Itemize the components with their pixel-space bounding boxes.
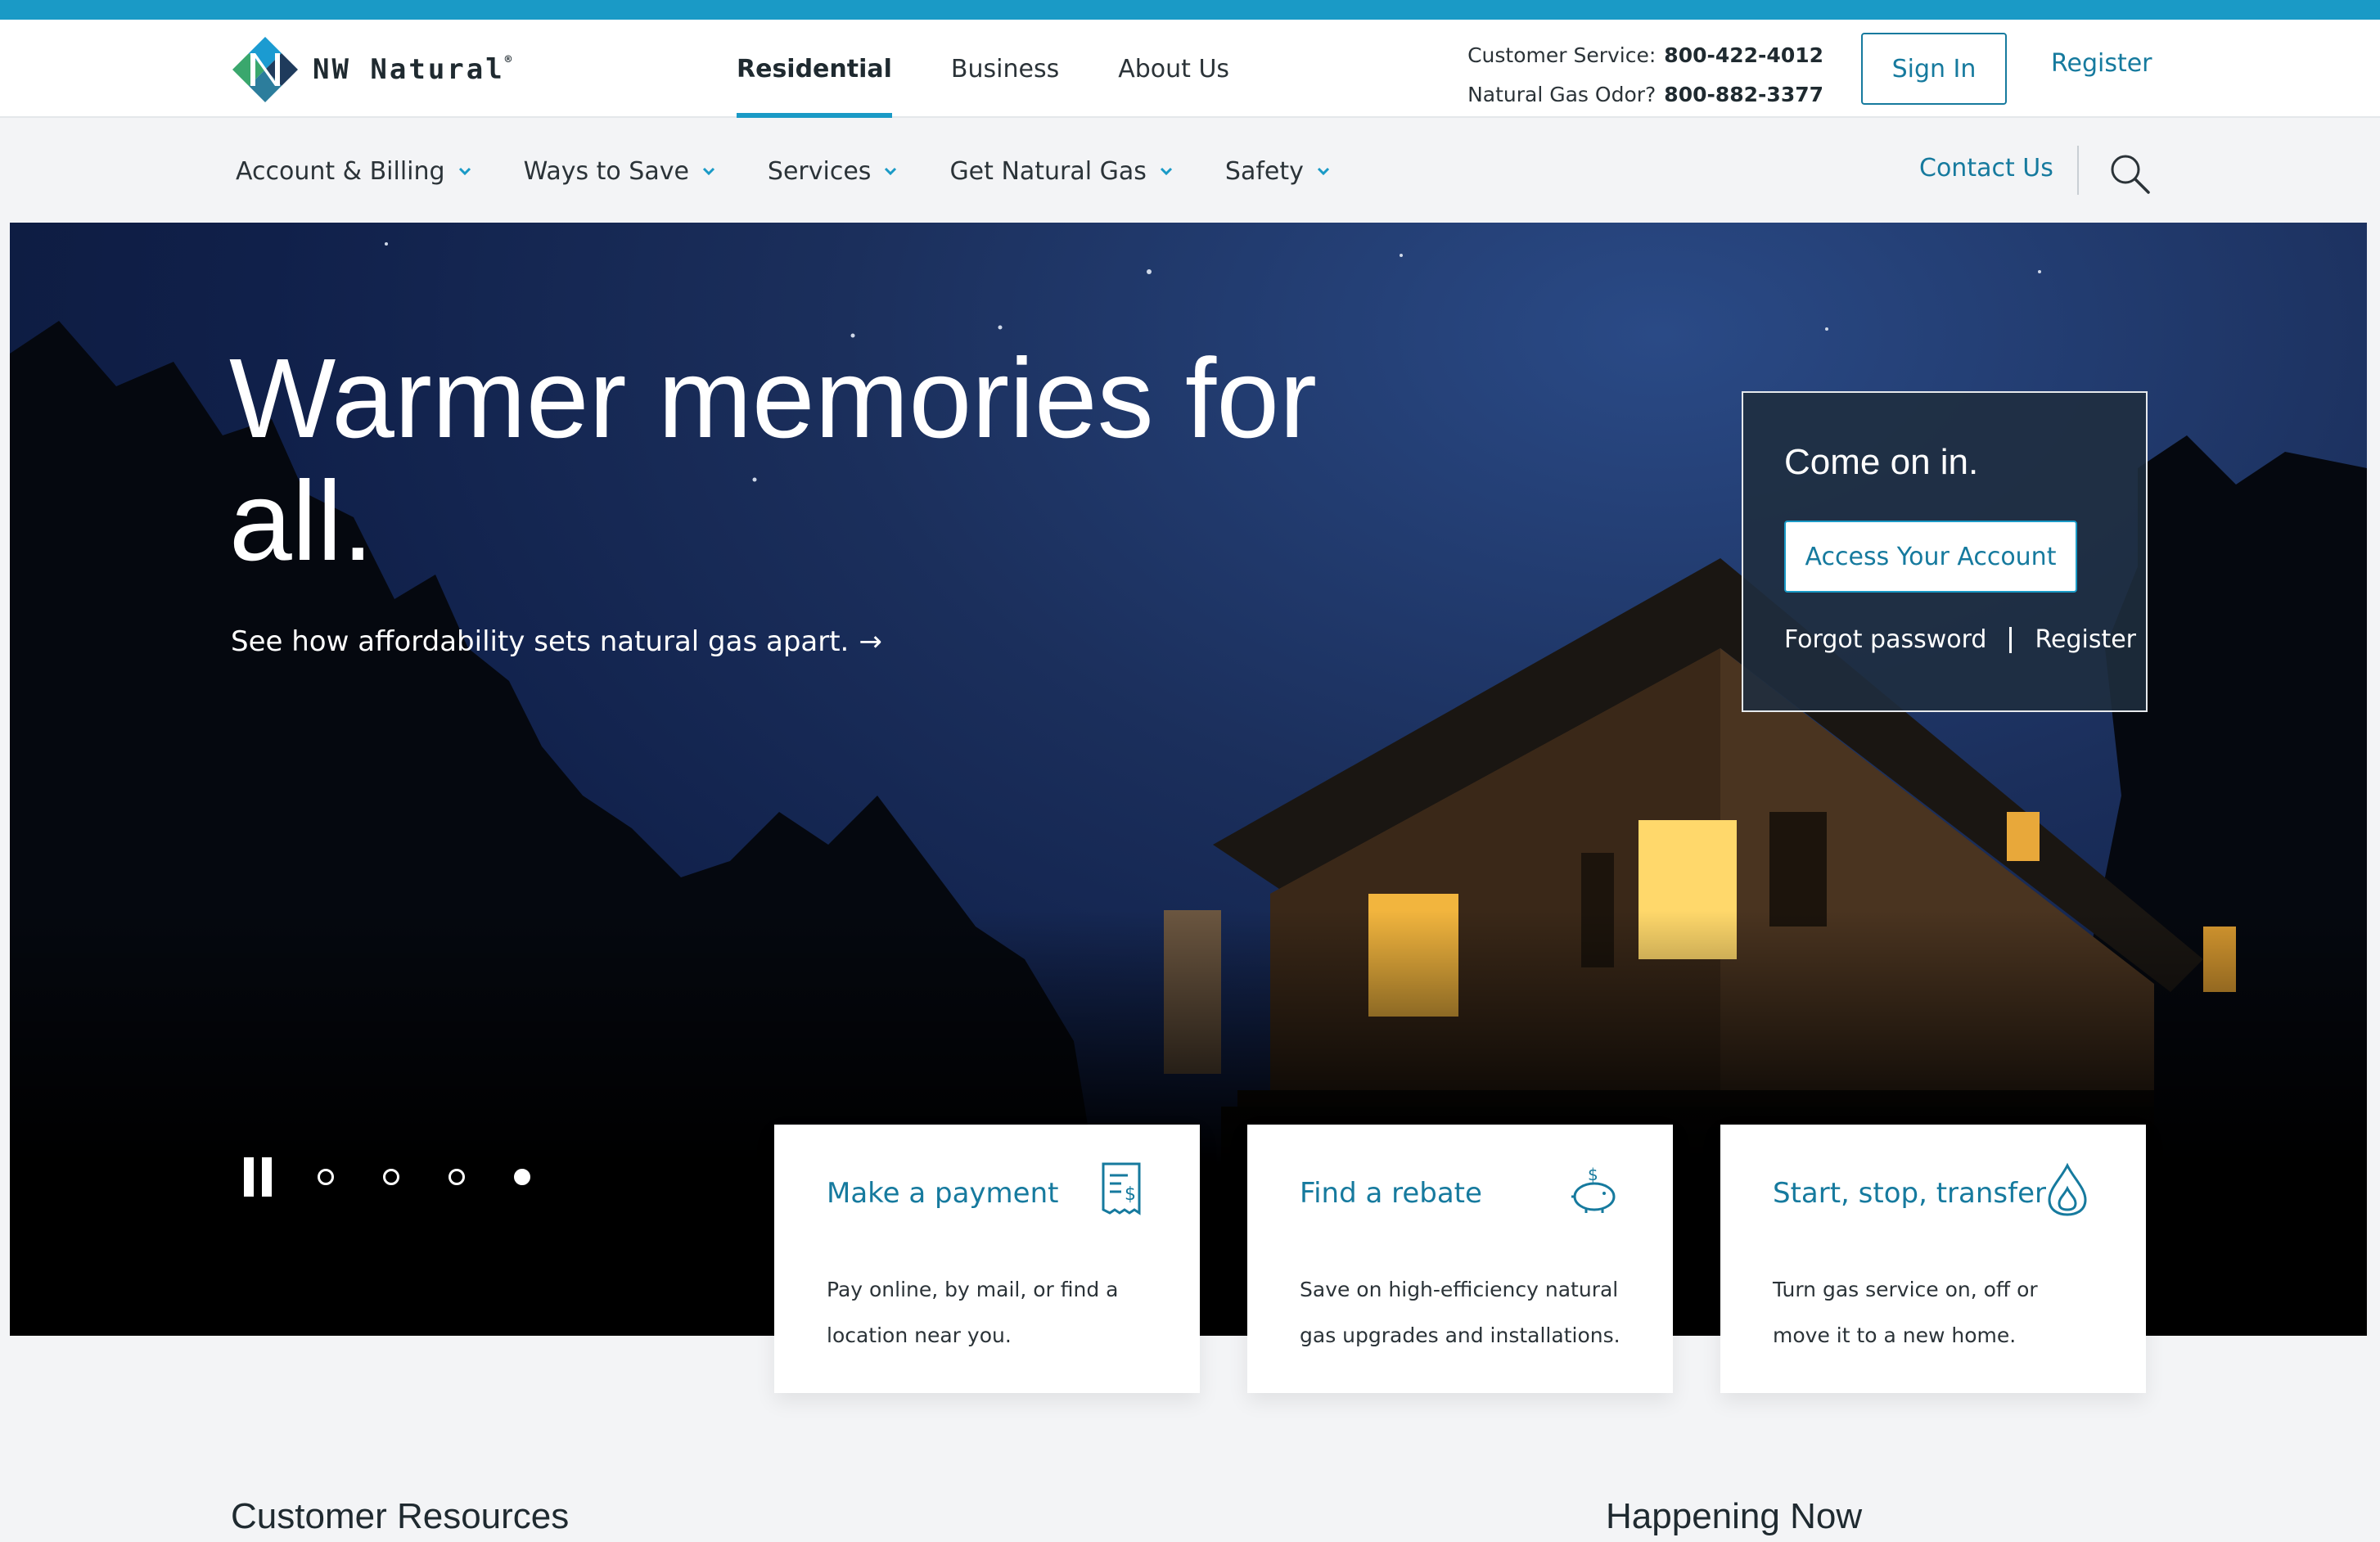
piggy-bank-icon: $ — [1571, 1165, 1616, 1213]
card-find-rebate-title: Find a rebate — [1300, 1177, 1482, 1210]
nav-services[interactable]: Services — [768, 157, 898, 186]
secondary-nav: Account & Billing Ways to Save Services … — [0, 119, 2380, 223]
card-make-payment-description: Pay online, by mail, or find a location … — [827, 1278, 1119, 1347]
receipt-icon: $ — [1102, 1162, 1141, 1215]
nav-safety[interactable]: Safety — [1225, 157, 1330, 186]
chevron-down-icon — [1160, 167, 1172, 175]
chevron-down-icon — [458, 167, 471, 175]
nav-get-natural-gas[interactable]: Get Natural Gas — [949, 157, 1172, 186]
chevron-down-icon — [885, 167, 897, 175]
sign-in-button[interactable]: Sign In — [1861, 33, 2007, 105]
card-make-payment[interactable]: Make a payment $ Pay online, by mail, or… — [774, 1125, 1200, 1393]
customer-service-line: Customer Service: 800-422-4012 — [1467, 36, 1823, 75]
carousel-dot-1[interactable] — [318, 1169, 334, 1185]
gas-odor-phone[interactable]: 800-882-3377 — [1664, 83, 1823, 106]
hero-title: Warmer memories for all. — [229, 336, 1317, 584]
carousel-dot-2[interactable] — [383, 1169, 399, 1185]
link-separator — [2009, 626, 2013, 653]
login-register-link[interactable]: Register — [2035, 625, 2136, 654]
top-accent-stripe — [0, 0, 2380, 20]
card-start-stop-transfer[interactable]: Start, stop, transfer Turn gas service o… — [1720, 1125, 2146, 1393]
nav-account-billing-label: Account & Billing — [236, 156, 445, 186]
pause-icon[interactable] — [244, 1157, 272, 1197]
customer-service-label: Customer Service: — [1467, 43, 1657, 67]
arrow-right-icon: → — [859, 625, 882, 658]
card-make-payment-title: Make a payment — [827, 1177, 1059, 1210]
svg-text:$: $ — [1588, 1165, 1598, 1184]
nav-divider — [2077, 146, 2079, 195]
contact-us-link[interactable]: Contact Us — [1919, 154, 2053, 183]
nav-ways-to-save[interactable]: Ways to Save — [524, 157, 715, 186]
flame-drop-icon — [2048, 1162, 2087, 1216]
nw-natural-logo-icon — [232, 37, 298, 102]
login-panel: Come on in. Access Your Account Forgot p… — [1742, 391, 2148, 712]
logo-wordmark: NW Natural® — [313, 53, 515, 86]
customer-service-phone[interactable]: 800-422-4012 — [1664, 43, 1823, 67]
carousel-controls — [244, 1157, 530, 1197]
search-icon[interactable] — [2108, 152, 2151, 195]
access-your-account-button[interactable]: Access Your Account — [1784, 521, 2077, 593]
customer-resources-heading: Customer Resources — [231, 1496, 570, 1536]
forgot-password-link[interactable]: Forgot password — [1784, 625, 1986, 654]
nav-get-natural-gas-label: Get Natural Gas — [949, 156, 1147, 186]
nw-natural-logo[interactable]: NW Natural® — [231, 36, 514, 103]
nav-account-billing[interactable]: Account & Billing — [236, 157, 471, 186]
nav-services-label: Services — [767, 156, 872, 186]
gas-odor-label: Natural Gas Odor? — [1467, 83, 1657, 106]
happening-now-heading: Happening Now — [1606, 1496, 1863, 1536]
card-start-stop-transfer-description: Turn gas service on, off or move it to a… — [1773, 1278, 2038, 1347]
carousel-dot-4[interactable] — [514, 1169, 530, 1185]
gas-odor-line: Natural Gas Odor? 800-882-3377 — [1467, 75, 1823, 115]
primary-nav: Residential Business About Us — [737, 20, 1288, 118]
primary-nav-about-us[interactable]: About Us — [1118, 20, 1229, 118]
card-find-rebate[interactable]: Find a rebate $ Save on high-efficiency … — [1247, 1125, 1673, 1393]
nav-ways-to-save-label: Ways to Save — [523, 156, 689, 186]
card-find-rebate-description: Save on high-efficiency natural gas upgr… — [1300, 1278, 1620, 1347]
site-header: NW Natural® Residential Business About U… — [0, 20, 2380, 118]
hero-affordability-link[interactable]: See how affordability sets natural gas a… — [231, 625, 882, 658]
chevron-down-icon — [1317, 167, 1329, 175]
login-heading: Come on in. — [1784, 442, 1979, 482]
svg-text:$: $ — [1125, 1184, 1136, 1205]
header-register-link[interactable]: Register — [2051, 49, 2152, 78]
nav-safety-label: Safety — [1224, 156, 1304, 186]
contact-phone-block: Customer Service: 800-422-4012 Natural Ga… — [1467, 36, 1823, 115]
primary-nav-residential[interactable]: Residential — [737, 20, 892, 118]
chevron-down-icon — [702, 167, 714, 175]
hero-link-text: See how affordability sets natural gas a… — [231, 625, 850, 658]
card-start-stop-transfer-title: Start, stop, transfer — [1773, 1177, 2046, 1210]
carousel-dot-3[interactable] — [449, 1169, 465, 1185]
primary-nav-business[interactable]: Business — [951, 20, 1059, 118]
login-links: Forgot password Register — [1784, 625, 2136, 654]
